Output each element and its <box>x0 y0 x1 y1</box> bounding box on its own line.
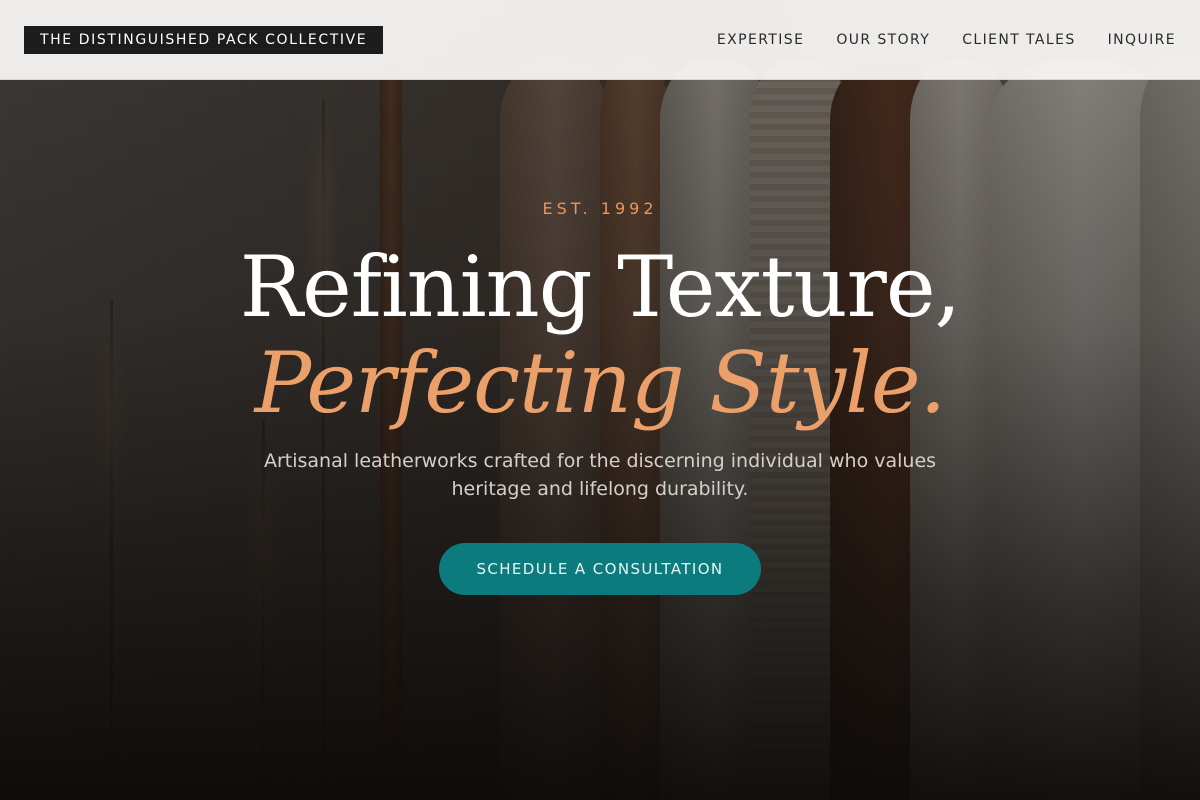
hero-eyebrow: EST. 1992 <box>542 199 658 218</box>
nav-link-inquire[interactable]: INQUIRE <box>1108 32 1176 48</box>
hero-section: EST. 1992 Refining Texture, Perfecting S… <box>0 195 1200 595</box>
hero-headline-line1: Refining Texture, <box>239 238 961 336</box>
nav-link-our-story[interactable]: OUR STORY <box>836 32 930 48</box>
nav-link-expertise[interactable]: EXPERTISE <box>717 32 804 48</box>
hero-headline: Refining Texture, Perfecting Style. <box>0 239 1200 431</box>
schedule-consultation-button[interactable]: SCHEDULE A CONSULTATION <box>439 543 761 595</box>
hero-headline-line2: Perfecting Style. <box>254 334 947 432</box>
nav-link-client-tales[interactable]: CLIENT TALES <box>962 32 1075 48</box>
hero-subtext: Artisanal leatherworks crafted for the d… <box>263 450 937 500</box>
brand-logo[interactable]: THE DISTINGUISHED PACK COLLECTIVE <box>24 26 384 54</box>
main-nav: EXPERTISE OUR STORY CLIENT TALES INQUIRE <box>717 0 1176 80</box>
site-header: THE DISTINGUISHED PACK COLLECTIVE EXPERT… <box>0 0 1200 80</box>
